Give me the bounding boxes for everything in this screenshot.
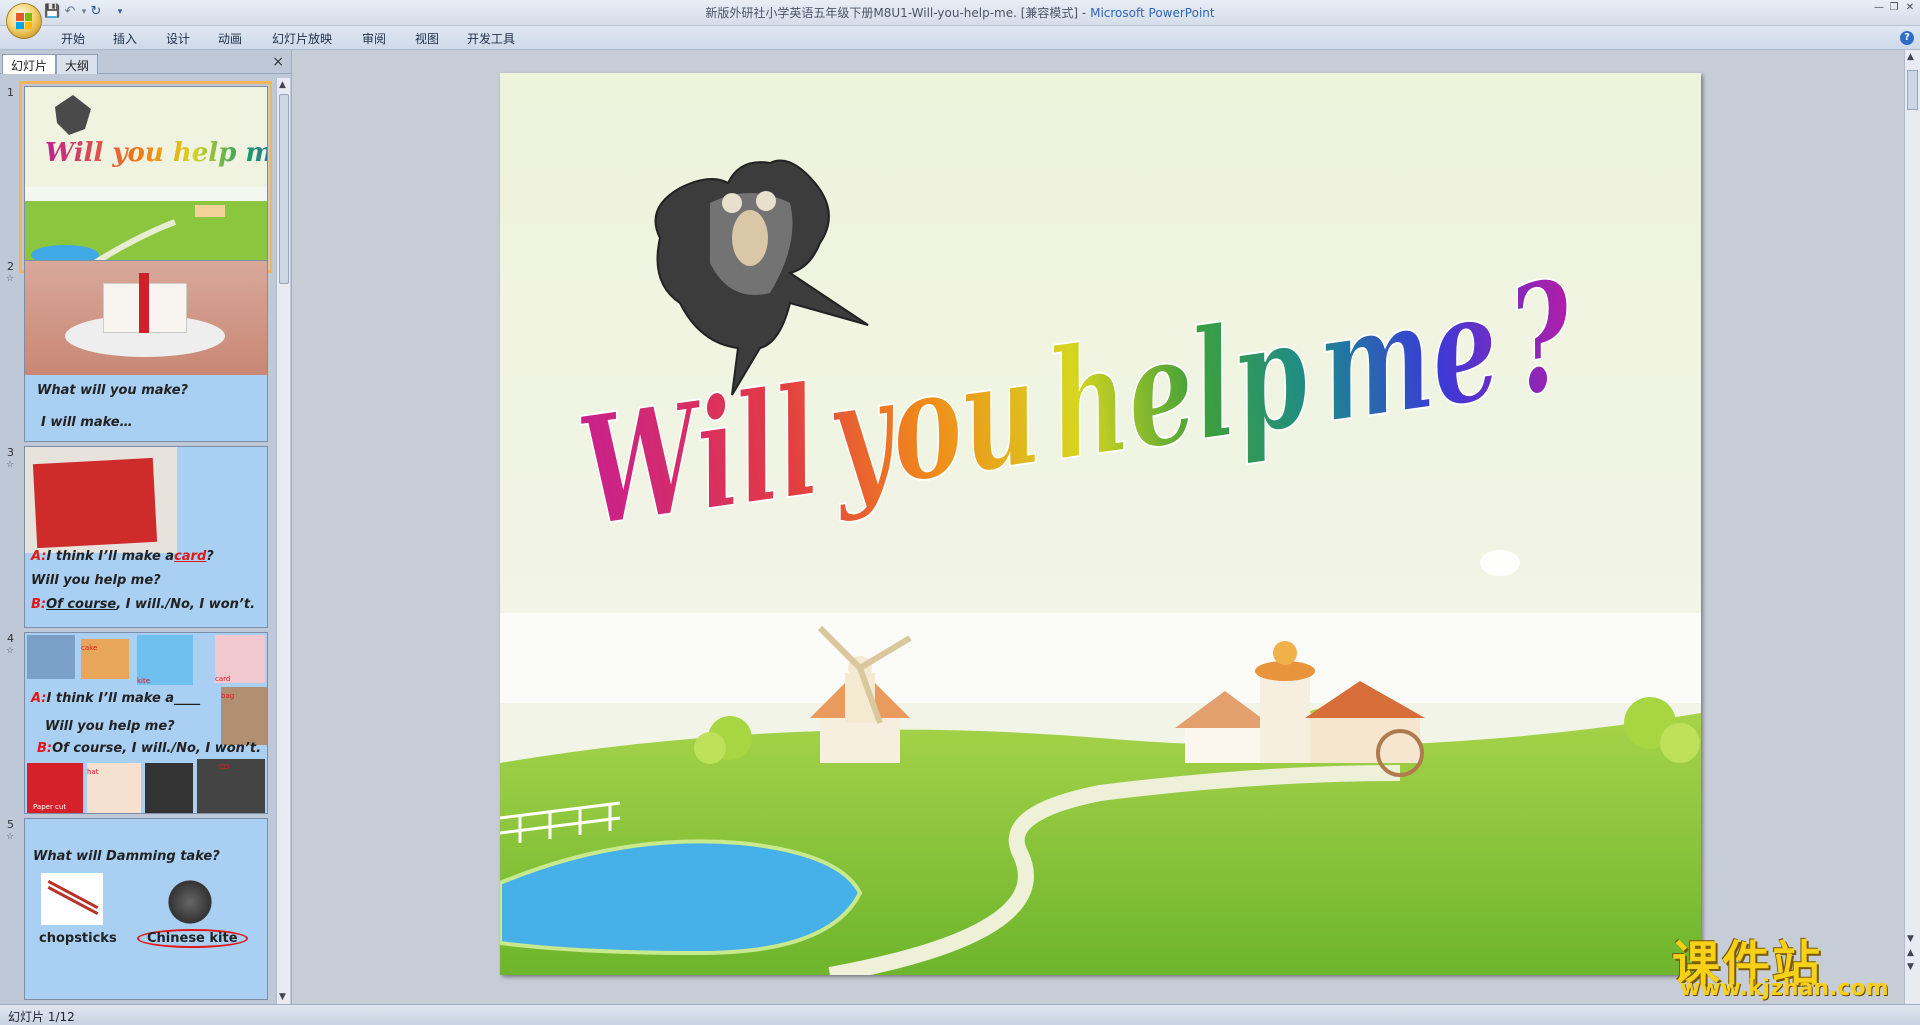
thumbnail-slide-2[interactable]: What will you make? I will make…: [24, 260, 268, 442]
title-bar: 💾 ↶ ▾ ↻ ▾ 新版外研社小学英语五年级下册M8U1-Will-you-he…: [0, 0, 1920, 39]
current-slide[interactable]: Willyouhelpme?: [500, 73, 1701, 975]
slide-counter: 幻灯片 1/12: [8, 1010, 75, 1024]
office-button[interactable]: [6, 3, 42, 39]
thumbnail-number: 5: [7, 818, 14, 831]
thumbnail-slide-4[interactable]: cake kite card bag A:I think I’ll make a…: [24, 632, 268, 814]
watermark-url: www.kjzhan.com: [1680, 976, 1889, 1001]
document-title: 新版外研社小学英语五年级下册M8U1-Will-you-help-me. [兼容…: [705, 6, 1079, 20]
thumbnail-text: I will make…: [41, 415, 133, 430]
powerpoint-window: 💾 ↶ ▾ ↻ ▾ 新版外研社小学英语五年级下册M8U1-Will-you-he…: [0, 0, 1920, 1025]
slides-panel: 幻灯片 大纲 × 1 Will you help me ?: [0, 50, 292, 1004]
app-name: Microsoft PowerPoint: [1090, 6, 1215, 20]
help-icon[interactable]: ?: [1900, 31, 1914, 45]
thumbnail-number: 3: [7, 446, 14, 459]
slide-scrollbar[interactable]: ▲ ▼ ▲ ▼: [1904, 50, 1920, 1004]
tab-slides[interactable]: 幻灯片: [2, 54, 57, 74]
thumb-image: [145, 763, 193, 813]
animation-star-icon: ☆: [6, 646, 15, 656]
scroll-up-icon[interactable]: ▲: [279, 80, 286, 90]
next-slide-icon[interactable]: ▼: [1907, 962, 1914, 972]
office-logo-icon: [16, 13, 32, 29]
restore-icon[interactable]: ❐: [1887, 2, 1901, 14]
card-image: [25, 447, 177, 553]
watermark-logo: 课件站 www.kjzhan.com: [1668, 924, 1904, 1004]
thumbnail-text: A:I think I’ll make a____: [31, 691, 201, 706]
previous-slide-icon[interactable]: ▲: [1907, 948, 1914, 958]
thumbnail-number: 2: [7, 260, 14, 273]
thumbnail-title: Will you help me ?: [45, 138, 268, 168]
thumb-image: CD: [197, 759, 265, 813]
panel-tabs: 幻灯片 大纲 ×: [0, 52, 292, 74]
tab-view[interactable]: 视图: [415, 30, 439, 47]
thumbnail-text: chopsticks: [39, 931, 117, 946]
ribbon-tabs: 开始 插入 设计 动画 幻灯片放映 审阅 视图 开发工具 ?: [0, 26, 1920, 50]
thumbnail-list: 1 Will you help me ? 2 ☆: [0, 80, 272, 1004]
close-panel-icon[interactable]: ×: [272, 54, 284, 70]
tab-slideshow[interactable]: 幻灯片放映: [272, 30, 332, 47]
scroll-thumb[interactable]: [279, 94, 289, 284]
scroll-down-icon[interactable]: ▼: [279, 992, 286, 1002]
minimize-icon[interactable]: —: [1872, 2, 1886, 14]
thumbnail-text: Chinese kite: [137, 929, 248, 948]
thumbnail-1-art: Will you help me ?: [25, 95, 268, 267]
scroll-up-icon[interactable]: ▲: [1907, 52, 1914, 62]
thumbnail-slide-1[interactable]: Will you help me ?: [19, 81, 272, 273]
thumb-image: Paper cut: [27, 763, 83, 813]
animation-star-icon: ☆: [6, 832, 15, 842]
tab-design[interactable]: 设计: [166, 30, 190, 47]
tab-home[interactable]: 开始: [61, 30, 85, 47]
thumbnail-number: 1: [7, 86, 14, 99]
thumbnail-slide-3[interactable]: A:I think I’ll make acard? Will you help…: [24, 446, 268, 628]
status-bar: 幻灯片 1/12: [0, 1004, 1920, 1025]
chopsticks-image: [41, 873, 103, 925]
thumbnail-text: B:Of course, I will./No, I won’t.: [37, 741, 262, 756]
animation-star-icon: ☆: [6, 274, 15, 284]
thumbnail-text: A:I think I’ll make acard?: [31, 549, 214, 564]
thumbnail-scrollbar[interactable]: ▲ ▼: [276, 78, 290, 1004]
thumbnail-text: B:Of course, I will./No, I won’t.: [31, 597, 256, 612]
thumbnail-slide-5[interactable]: What will Damming take? chopsticks Chine…: [24, 818, 268, 1000]
slide-editor: Willyouhelpme?: [293, 50, 1904, 1004]
thumb-image: hat: [87, 763, 141, 813]
tab-review[interactable]: 审阅: [362, 30, 386, 47]
tab-animations[interactable]: 动画: [218, 30, 242, 47]
tab-outline[interactable]: 大纲: [56, 54, 99, 74]
thumbnail-text: Will you help me?: [45, 719, 175, 734]
thumbnail-number: 4: [7, 632, 14, 645]
thumbnail-text: What will you make?: [37, 383, 189, 398]
gift-image: [25, 261, 267, 375]
title-separator: -: [1081, 6, 1087, 20]
thumb-image: [27, 635, 75, 679]
thumbnail-text: What will Damming take?: [33, 849, 220, 864]
window-title: 新版外研社小学英语五年级下册M8U1-Will-you-help-me. [兼容…: [0, 4, 1920, 21]
scroll-thumb[interactable]: [1907, 70, 1918, 110]
kite-icon: [165, 877, 215, 927]
thumb-image: kite: [137, 635, 193, 685]
close-window-icon[interactable]: ✕: [1903, 2, 1917, 14]
scroll-down-icon[interactable]: ▼: [1907, 934, 1914, 944]
kite-icon: [55, 95, 91, 135]
cloud: [1480, 550, 1520, 576]
thumbnail-text: Will you help me?: [31, 573, 161, 588]
thumb-image: bag: [221, 687, 267, 745]
tab-insert[interactable]: 插入: [113, 30, 137, 47]
thumb-image: card: [215, 635, 265, 683]
thumb-image: cake: [81, 639, 129, 679]
slide-canvas: Willyouhelpme?: [500, 73, 1701, 975]
animation-star-icon: ☆: [6, 460, 15, 470]
tab-developer[interactable]: 开发工具: [467, 30, 515, 47]
